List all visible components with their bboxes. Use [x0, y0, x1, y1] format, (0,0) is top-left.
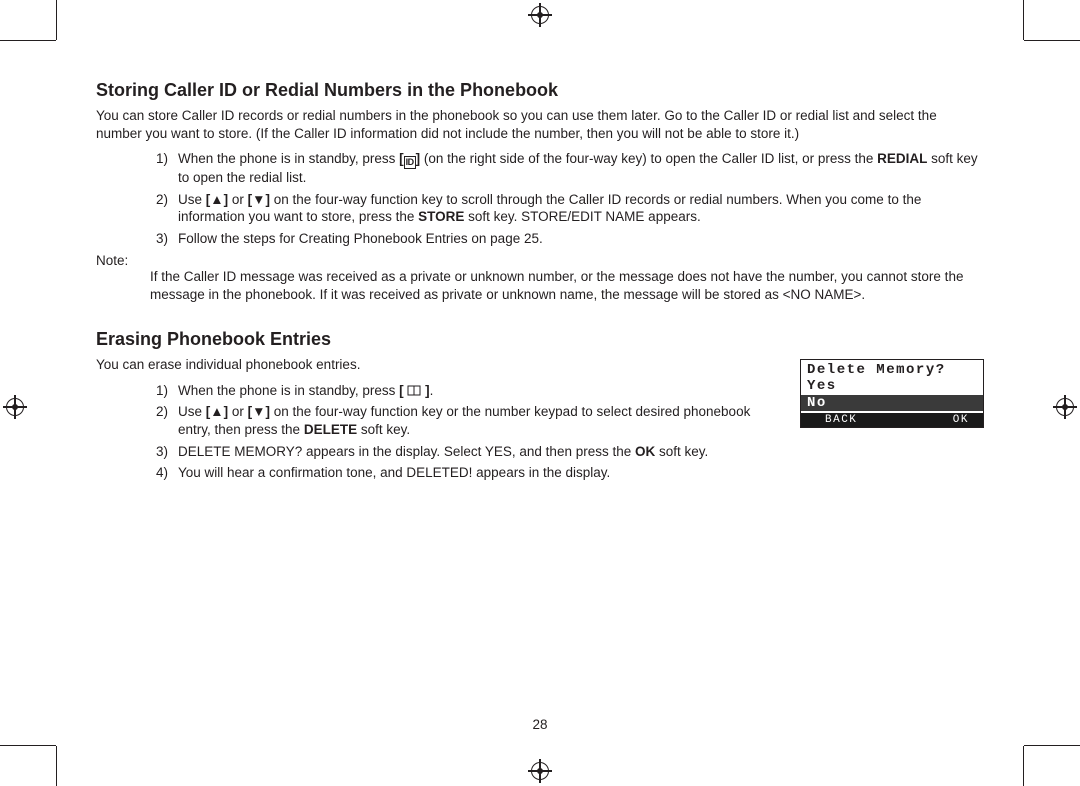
registration-mark-left — [6, 398, 24, 416]
crop-mark — [56, 0, 57, 40]
up-arrow-icon: ▲ — [210, 404, 223, 419]
crop-mark — [1024, 40, 1080, 41]
step-3: 3) Follow the steps for Creating Phonebo… — [150, 230, 984, 248]
note-body: If the Caller ID message was received as… — [150, 268, 984, 303]
lcd-screen-illustration: Delete Memory? Yes No BACK OK — [800, 359, 984, 428]
crop-mark — [56, 746, 57, 786]
down-arrow-icon: ▼ — [252, 404, 265, 419]
step-number: 2) — [132, 403, 168, 421]
step-text: DELETE MEMORY? appears in the display. S… — [178, 444, 708, 459]
lcd-line-3-selected: No — [801, 395, 983, 411]
step-number: 3) — [132, 230, 168, 248]
heading-erasing: Erasing Phonebook Entries — [96, 329, 984, 350]
lcd-softkey-right: OK — [953, 414, 969, 427]
step-text: When the phone is in standby, press [ ]. — [178, 383, 433, 398]
phonebook-key-icon — [404, 383, 426, 398]
step-2: 2) Use [▲] or [▼] on the four-way functi… — [150, 403, 766, 438]
step-1: 1) When the phone is in standby, press [… — [150, 150, 984, 187]
step-text: When the phone is in standby, press [ID]… — [178, 151, 978, 185]
step-text: Use [▲] or [▼] on the four-way function … — [178, 192, 921, 225]
lcd-softkey-left: BACK — [825, 414, 857, 427]
step-number: 4) — [132, 464, 168, 482]
step-text: Follow the steps for Creating Phonebook … — [178, 231, 543, 246]
step-number: 3) — [132, 443, 168, 461]
down-arrow-icon: ▼ — [252, 192, 265, 207]
step-number: 2) — [132, 191, 168, 209]
step-text: You will hear a confirmation tone, and D… — [178, 465, 610, 480]
crop-mark — [0, 745, 56, 746]
crop-mark — [1023, 0, 1024, 40]
lcd-line-2: Yes — [807, 378, 977, 394]
note-label: Note: — [96, 253, 984, 268]
page-content: Storing Caller ID or Redial Numbers in t… — [96, 80, 984, 726]
lcd-line-1: Delete Memory? — [807, 362, 977, 378]
caller-id-key-icon: ID — [404, 156, 416, 169]
step-3: 3) DELETE MEMORY? appears in the display… — [150, 443, 766, 461]
step-number: 1) — [132, 382, 168, 400]
crop-mark — [1023, 746, 1024, 786]
registration-mark-top — [531, 6, 549, 24]
step-number: 1) — [132, 150, 168, 168]
intro-storing: You can store Caller ID records or redia… — [96, 107, 984, 142]
step-2: 2) Use [▲] or [▼] on the four-way functi… — [150, 191, 984, 226]
step-4: 4) You will hear a confirmation tone, an… — [150, 464, 766, 482]
page-number: 28 — [96, 717, 984, 732]
registration-mark-bottom — [531, 762, 549, 780]
step-text: Use [▲] or [▼] on the four-way function … — [178, 404, 750, 437]
crop-mark — [0, 40, 56, 41]
heading-storing: Storing Caller ID or Redial Numbers in t… — [96, 80, 984, 101]
steps-erasing: 1) When the phone is in standby, press [… — [150, 382, 766, 482]
registration-mark-right — [1056, 398, 1074, 416]
steps-storing: 1) When the phone is in standby, press [… — [150, 150, 984, 247]
crop-mark — [1024, 745, 1080, 746]
up-arrow-icon: ▲ — [210, 192, 223, 207]
step-1: 1) When the phone is in standby, press [… — [150, 382, 766, 400]
